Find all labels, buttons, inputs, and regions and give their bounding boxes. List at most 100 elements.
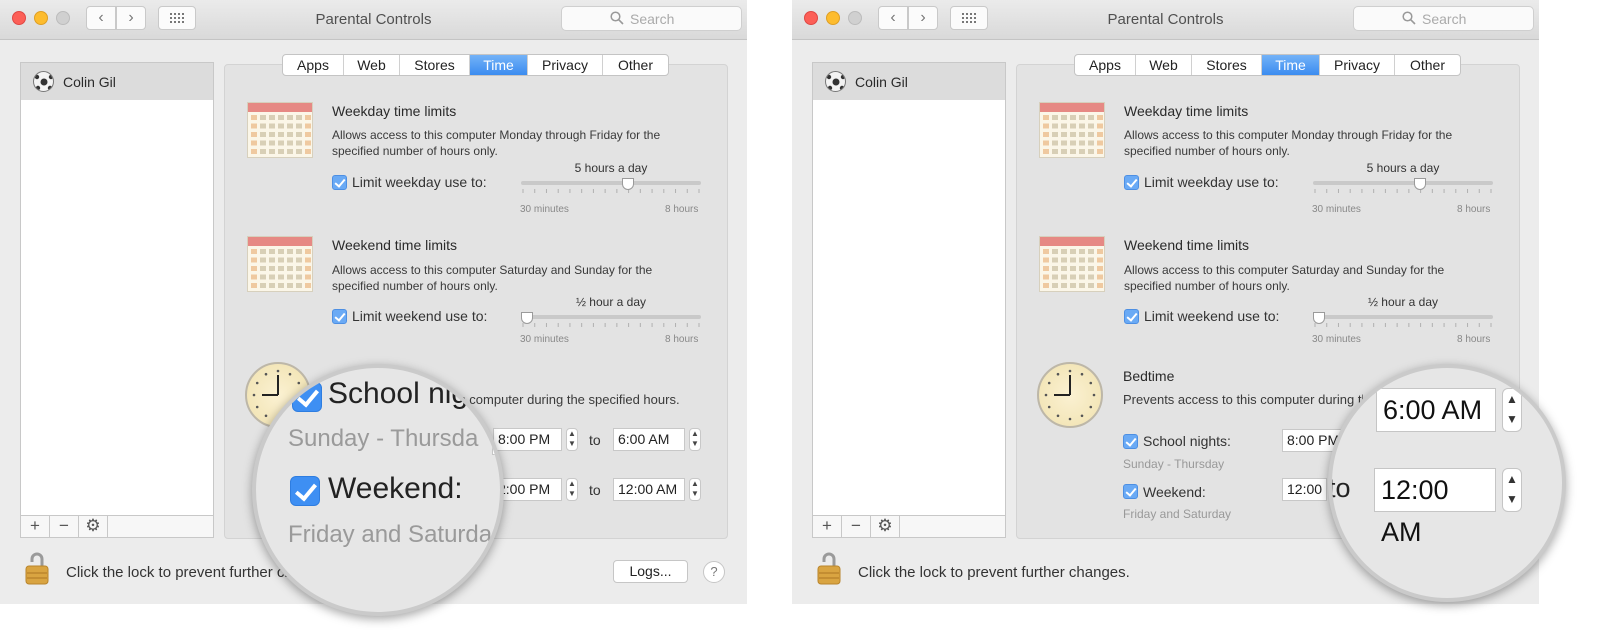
limit-weekend-checkbox[interactable] xyxy=(332,309,347,324)
weekend-slider-min: 30 minutes xyxy=(520,334,569,345)
school-nights-from-stepper[interactable]: ▲ ▼ xyxy=(566,428,578,451)
add-user-button[interactable]: + xyxy=(21,516,50,537)
search-icon xyxy=(610,11,624,25)
search-placeholder: Search xyxy=(1422,11,1467,27)
calendar-icon xyxy=(247,236,313,292)
weekend-sub-zoomed: Friday and Saturda xyxy=(288,521,493,548)
gear-icon: ⚙ xyxy=(85,516,101,535)
tab-privacy[interactable]: Privacy xyxy=(1320,55,1395,75)
limit-weekday-checkbox[interactable] xyxy=(1124,175,1139,190)
school-nights-label-zoomed: School nig xyxy=(328,377,469,410)
bedtime-title: Bedtime xyxy=(1123,368,1175,384)
weekend-from-stepper[interactable]: ▲ ▼ xyxy=(566,478,578,501)
school-nights-checkbox[interactable] xyxy=(1123,434,1138,449)
school-nights-to-stepper[interactable]: ▲ ▼ xyxy=(689,428,701,451)
tab-stores[interactable]: Stores xyxy=(400,55,470,75)
weekend-to-zoomed[interactable]: 12:00 AM xyxy=(1374,468,1496,547)
weekend-slider[interactable] xyxy=(1313,315,1493,319)
soccer-ball-icon xyxy=(33,71,54,92)
weekday-slider[interactable] xyxy=(1313,181,1493,185)
tab-other[interactable]: Other xyxy=(1395,55,1460,75)
tab-time[interactable]: Time xyxy=(1262,55,1320,75)
lock-icon[interactable] xyxy=(816,550,842,586)
weekday-slider-knob[interactable] xyxy=(621,178,634,190)
user-list-toolbar: + − ⚙ xyxy=(812,515,1006,538)
tab-stores[interactable]: Stores xyxy=(1192,55,1262,75)
weekend-slider[interactable] xyxy=(521,315,701,319)
school-nights-from-field[interactable]: 8:00 PM xyxy=(493,428,562,451)
user-actions-button[interactable]: ⚙ xyxy=(871,516,900,537)
school-nights-to-label: to xyxy=(589,432,601,448)
school-nights-to-zoomed[interactable]: 6:00 AM xyxy=(1376,388,1496,432)
weekday-slider-ticks xyxy=(522,189,700,193)
weekend-slider-ticks xyxy=(1314,323,1492,327)
weekend-slider-knob[interactable] xyxy=(1313,312,1325,324)
tab-other[interactable]: Other xyxy=(603,55,668,75)
gear-icon: ⚙ xyxy=(877,516,893,535)
tab-apps[interactable]: Apps xyxy=(283,55,344,75)
weekend-to-label-zoomed: to xyxy=(1328,473,1351,503)
weekend-checkbox-zoomed[interactable] xyxy=(290,476,320,506)
weekday-slider-max: 8 hours xyxy=(1457,204,1491,215)
weekday-description: Allows access to this computer Monday th… xyxy=(332,128,661,158)
search-field[interactable]: Search xyxy=(1353,6,1534,31)
weekday-slider-knob[interactable] xyxy=(1413,178,1426,190)
weekend-limit-value: ½ hour a day xyxy=(575,295,647,309)
weekend-from-field[interactable]: 12:00 PM xyxy=(1282,478,1327,501)
limit-weekend-checkbox[interactable] xyxy=(1124,309,1139,324)
weekend-slider-max: 8 hours xyxy=(1457,334,1491,345)
tab-apps[interactable]: Apps xyxy=(1075,55,1136,75)
weekday-slider[interactable] xyxy=(521,181,701,185)
weekend-to-stepper[interactable]: ▲ ▼ xyxy=(689,478,701,501)
tab-bar: Apps Web Stores Time Privacy Other xyxy=(282,54,669,76)
tab-privacy[interactable]: Privacy xyxy=(528,55,603,75)
remove-user-button[interactable]: − xyxy=(842,516,871,537)
weekend-description: Allows access to this computer Saturday … xyxy=(1124,263,1445,293)
lock-icon[interactable] xyxy=(24,550,50,586)
weekday-title: Weekday time limits xyxy=(1124,103,1249,119)
school-nights-to-field[interactable]: 6:00 AM xyxy=(613,428,685,451)
weekend-label-zoomed: Weekend: xyxy=(328,472,463,505)
school-nights-checkbox-zoomed[interactable] xyxy=(292,382,322,412)
weekend-slider-max: 8 hours xyxy=(665,334,699,345)
school-nights-sub-zoomed: Sunday - Thursda xyxy=(288,425,479,452)
school-nights-to-stepper-zoomed[interactable]: ▲ ▼ xyxy=(1502,388,1522,432)
user-name: Colin Gil xyxy=(855,74,908,90)
user-row-colin-gil[interactable]: Colin Gil xyxy=(813,63,1005,100)
school-nights-label: School nights: xyxy=(1143,433,1231,449)
bedtime-description: Prevents access to this computer during … xyxy=(1123,392,1363,407)
remove-user-button[interactable]: − xyxy=(50,516,79,537)
weekend-to-field[interactable]: 12:00 AM xyxy=(613,478,685,501)
search-field[interactable]: Search xyxy=(561,6,742,31)
title-bar: ‹ › Parental Controls Search xyxy=(0,0,747,40)
lock-message: Click the lock to prevent further change… xyxy=(858,564,1130,581)
weekend-to-stepper-zoomed[interactable]: ▲ ▼ xyxy=(1502,468,1522,512)
plus-icon: + xyxy=(30,516,40,535)
calendar-icon xyxy=(247,102,313,158)
magnifier-right: 6:00 AM ▲ ▼ to 12:00 AM ▲ ▼ xyxy=(1328,364,1566,602)
tab-web[interactable]: Web xyxy=(344,55,400,75)
weekend-slider-ticks xyxy=(522,323,700,327)
help-button[interactable]: ? xyxy=(703,561,725,583)
tab-web[interactable]: Web xyxy=(1136,55,1192,75)
limit-weekday-label: Limit weekday use to: xyxy=(352,174,487,190)
minus-icon: − xyxy=(59,516,69,535)
limit-weekend-label: Limit weekend use to: xyxy=(352,308,488,324)
user-list[interactable]: Colin Gil xyxy=(20,62,214,516)
weekday-limit-value: 5 hours a day xyxy=(1366,161,1440,175)
add-user-button[interactable]: + xyxy=(813,516,842,537)
weekday-slider-min: 30 minutes xyxy=(520,204,569,215)
user-actions-button[interactable]: ⚙ xyxy=(79,516,108,537)
weekend-limit-value: ½ hour a day xyxy=(1367,295,1439,309)
limit-weekday-checkbox[interactable] xyxy=(332,175,347,190)
user-list[interactable]: Colin Gil xyxy=(812,62,1006,516)
tab-time[interactable]: Time xyxy=(470,55,528,75)
weekend-description: Allows access to this computer Saturday … xyxy=(332,263,653,293)
weekday-slider-max: 8 hours xyxy=(665,204,699,215)
calendar-icon xyxy=(1039,236,1105,292)
weekend-checkbox[interactable] xyxy=(1123,484,1138,499)
weekend-to-label: to xyxy=(589,482,601,498)
user-row-colin-gil[interactable]: Colin Gil xyxy=(21,63,213,100)
logs-button[interactable]: Logs... xyxy=(613,560,688,583)
weekend-slider-knob[interactable] xyxy=(521,312,533,324)
